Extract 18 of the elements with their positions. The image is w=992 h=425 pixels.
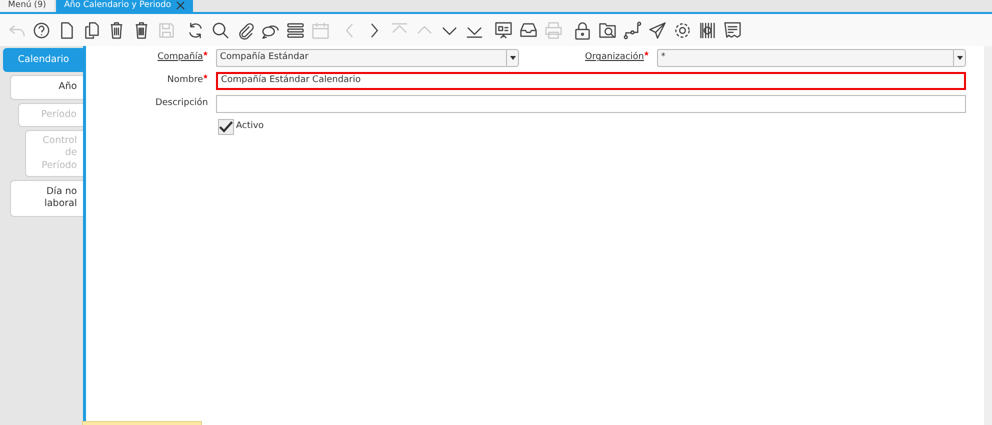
input-field[interactable]: Compañía Estándar Calendario bbox=[216, 72, 966, 90]
side-tab[interactable]: Año bbox=[10, 75, 83, 100]
side-tab[interactable]: Día no laboral bbox=[10, 180, 83, 217]
checkbox-label: Activo bbox=[236, 120, 264, 134]
field-label: Compañía bbox=[157, 52, 203, 62]
input-field[interactable] bbox=[216, 95, 966, 113]
window-tab[interactable]: Menú (9) bbox=[0, 0, 54, 12]
dropdown-button[interactable] bbox=[507, 49, 519, 67]
caret-icon bbox=[956, 56, 962, 60]
checkbox[interactable] bbox=[218, 119, 234, 135]
field-label: Organización bbox=[585, 52, 644, 62]
select-field[interactable]: Compañía Estándar bbox=[216, 49, 507, 67]
select-field[interactable]: * bbox=[657, 49, 954, 67]
field-label: Descripción bbox=[155, 98, 208, 108]
dropdown-button[interactable] bbox=[954, 49, 966, 67]
caret-icon bbox=[510, 56, 516, 60]
close-icon[interactable] bbox=[176, 1, 186, 10]
field-label: Nombre bbox=[167, 75, 203, 86]
